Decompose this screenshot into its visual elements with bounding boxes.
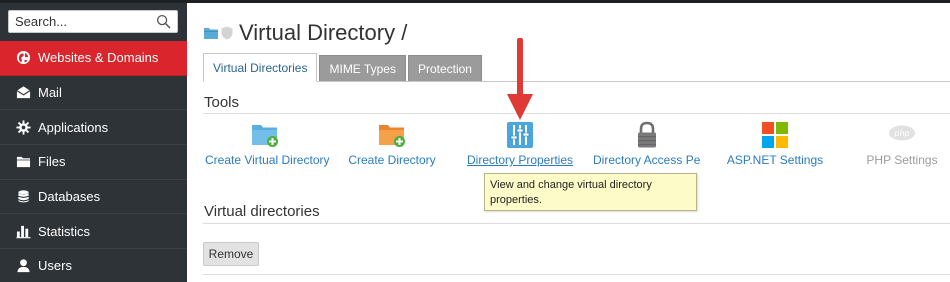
folder-add-blue-icon — [252, 125, 278, 147]
sidebar-item-label: Databases — [38, 189, 101, 205]
svg-text:php: php — [893, 129, 909, 138]
directory-properties-button[interactable]: Directory Properties — [466, 120, 574, 167]
tools-heading: Tools — [204, 94, 240, 111]
directory-access-permissions-button[interactable]: Directory Access Permissions — [593, 120, 701, 171]
sliders-icon — [507, 122, 533, 148]
sidebar-item-statistics[interactable]: Statistics — [0, 214, 187, 250]
annotation-arrow-icon — [507, 38, 533, 120]
bar-chart-icon — [16, 224, 31, 239]
gear-icon — [16, 120, 31, 135]
tools-divider — [203, 113, 950, 114]
sidebar-nav: Websites & Domains Mail Applications Fil… — [0, 41, 187, 282]
user-icon — [16, 258, 31, 273]
tool-label: ASP.NET Settings — [726, 153, 824, 167]
lock-icon — [638, 121, 656, 148]
sidebar-item-applications[interactable]: Applications — [0, 110, 187, 146]
folder-icon — [16, 154, 31, 169]
create-virtual-directory-button[interactable]: Create Virtual Directory — [205, 120, 330, 167]
search-input[interactable]: Search... — [8, 10, 178, 33]
search-placeholder: Search... — [15, 14, 68, 29]
sidebar: Search... Websites & Domains Mail Applic… — [0, 0, 187, 282]
vdirs-divider — [203, 223, 950, 224]
sidebar-item-label: Files — [38, 154, 66, 170]
mail-icon — [16, 85, 31, 100]
tool-label: PHP Settings — [866, 153, 938, 167]
tab-protection[interactable]: Protection — [407, 55, 482, 82]
tab-virtual-directories[interactable]: Virtual Directories — [203, 53, 318, 82]
main-content: Virtual Directory / Virtual Directories … — [187, 0, 950, 282]
tool-label: Create Directory — [348, 153, 436, 167]
tool-label: Create Virtual Directory — [205, 153, 330, 167]
sidebar-item-label: Statistics — [38, 223, 91, 239]
sidebar-item-label: Websites & Domains — [38, 50, 159, 66]
globe-icon — [16, 50, 31, 65]
folder-add-orange-icon — [379, 125, 405, 147]
tooltip: View and change virtual directory proper… — [484, 173, 697, 211]
database-icon — [16, 189, 31, 204]
table-divider — [203, 274, 950, 275]
aspnet-settings-button[interactable]: ASP.NET Settings — [725, 120, 825, 167]
sidebar-item-label: Users — [38, 258, 72, 274]
sidebar-item-websites-domains[interactable]: Websites & Domains — [0, 41, 187, 76]
tab-mime-types[interactable]: MIME Types — [319, 55, 406, 82]
virtual-directories-heading: Virtual directories — [204, 203, 320, 220]
shield-icon — [221, 26, 233, 40]
tool-label: Directory Properties — [466, 153, 574, 167]
folder-icon — [204, 28, 218, 39]
sidebar-item-users[interactable]: Users — [0, 249, 187, 282]
php-settings-button: php PHP Settings — [861, 120, 943, 167]
sidebar-item-databases[interactable]: Databases — [0, 180, 187, 215]
remove-button[interactable]: Remove — [203, 242, 259, 266]
page-header: Virtual Directory / — [204, 18, 407, 48]
sidebar-item-label: Mail — [38, 85, 62, 101]
php-icon: php — [889, 125, 915, 141]
tab-bar: Virtual Directories MIME Types Protectio… — [203, 53, 484, 82]
search-icon[interactable] — [156, 14, 171, 29]
windows-logo-icon — [762, 122, 788, 148]
page-title: Virtual Directory / — [239, 20, 408, 45]
sidebar-item-files[interactable]: Files — [0, 145, 187, 180]
create-directory-button[interactable]: Create Directory — [346, 120, 438, 167]
sidebar-item-mail[interactable]: Mail — [0, 76, 187, 111]
sidebar-item-label: Applications — [38, 119, 109, 135]
tool-label: Directory Access Permissions — [593, 153, 701, 167]
